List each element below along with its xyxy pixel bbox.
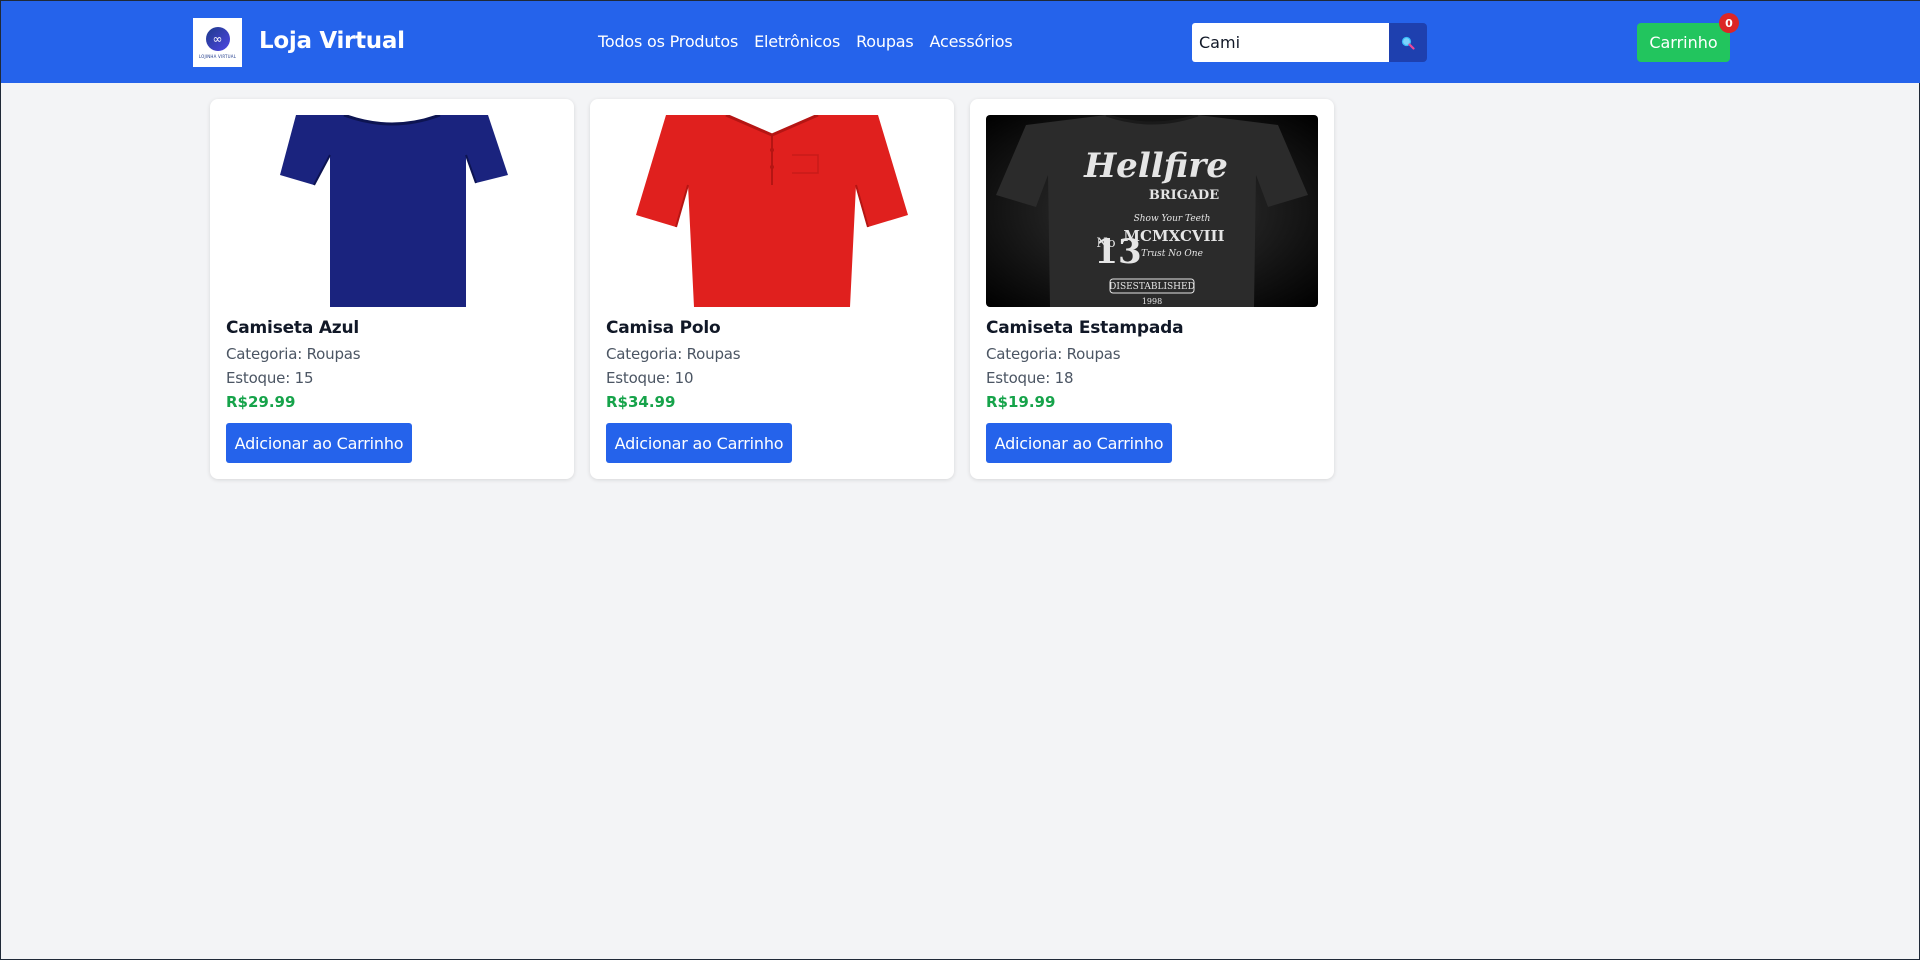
nav-all-products[interactable]: Todos os Produtos bbox=[598, 32, 738, 51]
add-to-cart-button[interactable]: Adicionar ao Carrinho bbox=[226, 423, 412, 463]
product-card: Camisa Polo Categoria: Roupas Estoque: 1… bbox=[590, 99, 954, 479]
search-button[interactable] bbox=[1389, 23, 1427, 62]
cart-count-badge: 0 bbox=[1719, 13, 1739, 33]
infinity-logo-icon: ∞ bbox=[205, 26, 230, 51]
product-image-blue-tshirt[interactable] bbox=[226, 115, 558, 307]
product-price: R$34.99 bbox=[606, 393, 676, 411]
svg-text:Trust No One: Trust No One bbox=[1141, 249, 1203, 259]
top-header: ∞ LOJINHA VIRTUAL Loja Virtual Todos os … bbox=[1, 1, 1920, 83]
svg-text:BRIGADE: BRIGADE bbox=[1149, 188, 1219, 203]
product-card: Camiseta Azul Categoria: Roupas Estoque:… bbox=[210, 99, 574, 479]
add-to-cart-button[interactable]: Adicionar ao Carrinho bbox=[986, 423, 1172, 463]
product-stock: Estoque: 10 bbox=[606, 369, 694, 387]
logo-caption: LOJINHA VIRTUAL bbox=[198, 53, 237, 59]
product-image-printed-tshirt[interactable]: Hellfire BRIGADE No 13 Show Your Teeth M… bbox=[986, 115, 1318, 307]
product-card: Hellfire BRIGADE No 13 Show Your Teeth M… bbox=[970, 99, 1334, 479]
search-input[interactable] bbox=[1192, 23, 1389, 62]
product-name: Camisa Polo bbox=[606, 318, 721, 338]
nav-clothes[interactable]: Roupas bbox=[856, 32, 914, 51]
brand-title[interactable]: Loja Virtual bbox=[259, 28, 405, 54]
product-grid: Camiseta Azul Categoria: Roupas Estoque:… bbox=[210, 99, 1334, 479]
nav-electronics[interactable]: Eletrônicos bbox=[754, 32, 840, 51]
product-category: Categoria: Roupas bbox=[226, 345, 361, 363]
product-name: Camiseta Estampada bbox=[986, 318, 1184, 338]
product-price: R$29.99 bbox=[226, 393, 296, 411]
product-price: R$19.99 bbox=[986, 393, 1056, 411]
nav-accessories[interactable]: Acessórios bbox=[930, 32, 1013, 51]
add-to-cart-button[interactable]: Adicionar ao Carrinho bbox=[606, 423, 792, 463]
svg-text:MCMXCVIII: MCMXCVIII bbox=[1123, 227, 1224, 245]
product-category: Categoria: Roupas bbox=[986, 345, 1121, 363]
svg-text:Hellfire: Hellfire bbox=[1083, 146, 1228, 186]
store-logo[interactable]: ∞ LOJINHA VIRTUAL bbox=[193, 18, 242, 67]
svg-text:Show Your Teeth: Show Your Teeth bbox=[1134, 214, 1211, 224]
svg-text:1998: 1998 bbox=[1142, 297, 1162, 306]
cart-button[interactable]: Carrinho bbox=[1637, 23, 1730, 62]
svg-text:DISESTABLISHED: DISESTABLISHED bbox=[1109, 282, 1195, 292]
search-icon bbox=[1401, 36, 1415, 50]
printed-tshirt-image: Hellfire BRIGADE No 13 Show Your Teeth M… bbox=[996, 115, 1308, 307]
tshirt-image bbox=[280, 115, 508, 307]
product-image-polo-shirt[interactable] bbox=[606, 115, 938, 307]
product-category: Categoria: Roupas bbox=[606, 345, 741, 363]
product-stock: Estoque: 15 bbox=[226, 369, 314, 387]
search-bar bbox=[1192, 23, 1427, 62]
polo-shirt-image bbox=[636, 115, 908, 307]
product-stock: Estoque: 18 bbox=[986, 369, 1074, 387]
product-name: Camiseta Azul bbox=[226, 318, 360, 338]
main-nav: Todos os Produtos Eletrônicos Roupas Ace… bbox=[598, 32, 1013, 51]
